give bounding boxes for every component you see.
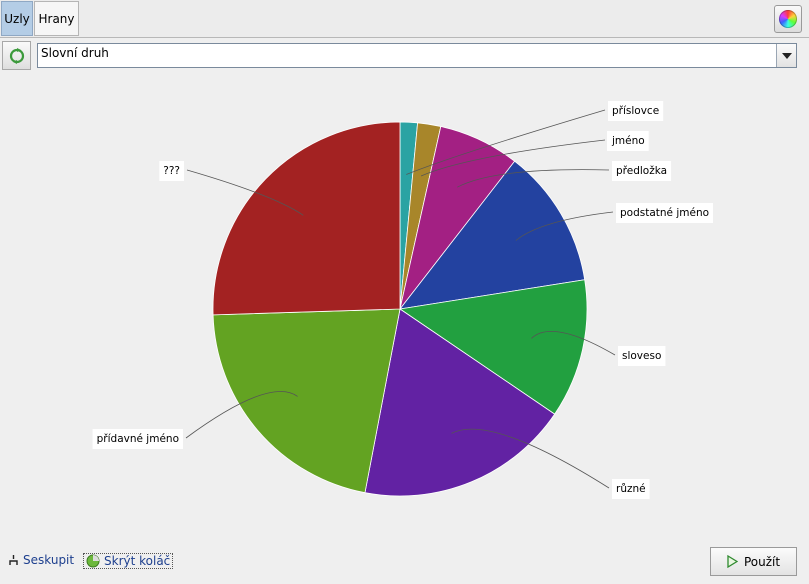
pie-label-text: podstatné jméno [620,207,709,219]
play-icon [727,555,738,568]
tab-bar: Uzly Hrany [0,0,809,38]
pie-label-text: přídavné jméno [97,433,179,445]
pie-label: ??? [159,161,184,181]
tab-edges[interactable]: Hrany [34,1,79,36]
pie-label-text: předložka [616,165,667,177]
hide-pie-label: Skrýt koláč [104,554,171,568]
attribute-select[interactable]: Slovní druh [37,43,797,68]
pie-label-text: jméno [611,135,645,147]
pie-chart: příslovce jméno předložka podstatné jméno sl… [92,101,713,499]
attribute-select-value: Slovní druh [41,46,109,60]
pie-label: příslovce [608,101,664,121]
apply-button-label: Použít [743,554,781,569]
pie-label: jméno [607,131,649,151]
refresh-button[interactable] [2,41,31,70]
apply-button[interactable]: Použít [710,547,797,576]
group-icon [9,555,18,565]
group-link-label: Seskupit [23,553,75,567]
pie-label-text: ??? [163,165,180,177]
pie-slice [212,121,401,316]
tab-nodes[interactable]: Uzly [1,1,33,36]
hide-pie-link[interactable]: Skrýt koláč [83,553,174,569]
pie-label-text: příslovce [612,105,659,117]
pie-label-text: různé [616,483,646,495]
pie-label: přídavné jméno [92,429,183,449]
color-wheel-icon [779,10,797,28]
tab-edges-label: Hrany [38,11,75,26]
pie-label: podstatné jméno [616,203,713,223]
tab-nodes-label: Uzly [4,11,30,26]
chevron-down-icon [781,52,792,59]
pie-label: sloveso [618,346,666,366]
select-dropdown-button[interactable] [776,44,796,67]
pie-slices [212,121,588,497]
refresh-icon [9,47,24,64]
group-link[interactable]: Seskupit [8,553,74,567]
pie-label: předložka [612,161,672,181]
color-palette-button[interactable] [774,5,802,33]
pie-label-text: sloveso [622,350,661,362]
pie-toggle-icon [86,554,100,568]
pie-label: různé [612,479,650,499]
